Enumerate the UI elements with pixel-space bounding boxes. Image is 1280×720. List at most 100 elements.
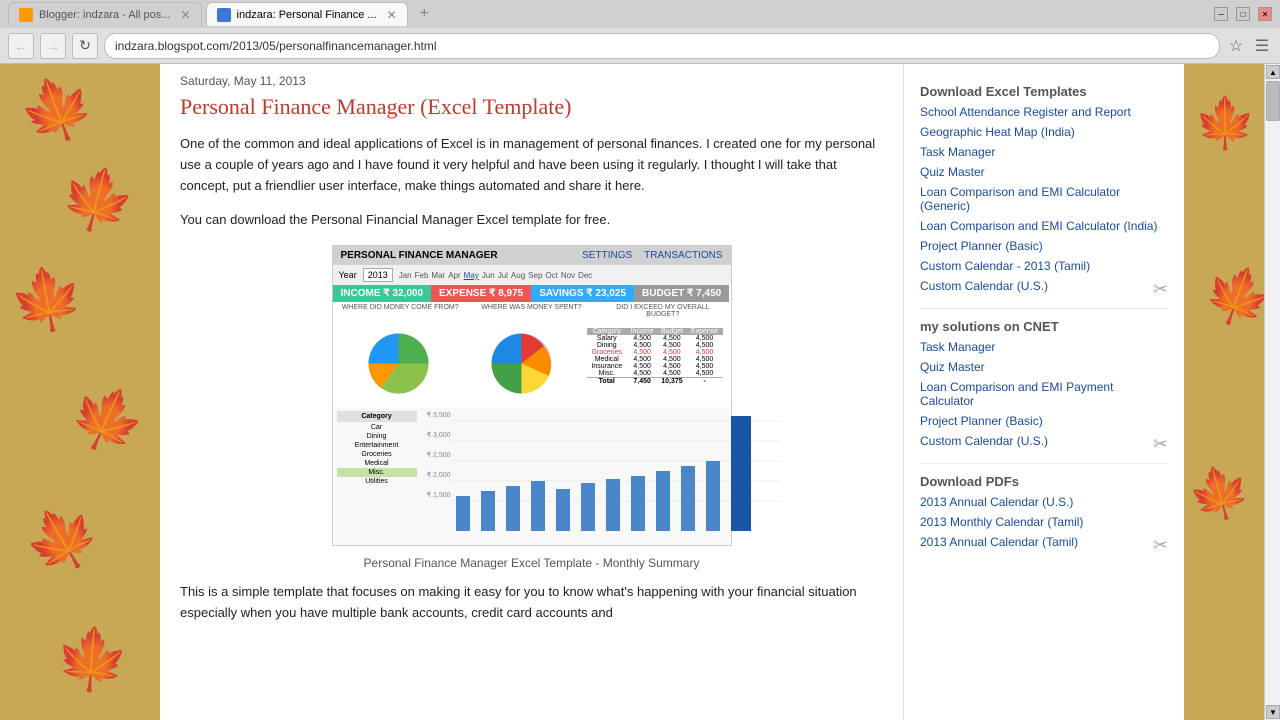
cnet-link-loan[interactable]: Loan Comparison and EMI Payment Calculat… xyxy=(920,380,1168,408)
forward-button[interactable]: → xyxy=(40,33,66,59)
tab-indzara[interactable]: indzara: Personal Finance ... ✕ xyxy=(206,2,408,26)
pdf-link-annual-tamil[interactable]: 2013 Annual Calendar (Tamil) xyxy=(920,535,1078,549)
category-list: Category Car Dining Entertainment Grocer… xyxy=(337,411,417,541)
new-tab-button[interactable]: + xyxy=(412,5,437,23)
cnet-link-cal-us[interactable]: Custom Calendar (U.S.) xyxy=(920,434,1048,448)
expense-pie-chart xyxy=(484,326,559,401)
scissors-icon-1[interactable]: ✂ xyxy=(1153,279,1168,300)
dash-links: SETTINGS TRANSACTIONS xyxy=(582,250,722,261)
scrollbar-up-button[interactable]: ▲ xyxy=(1266,65,1280,79)
maple-leaf-right-3: 🍁 xyxy=(1184,457,1258,530)
back-button[interactable]: ← xyxy=(8,33,34,59)
sidebar-link-loan-india[interactable]: Loan Comparison and EMI Calculator (Indi… xyxy=(920,219,1168,233)
tab-indzara-label: indzara: Personal Finance ... xyxy=(237,9,377,21)
indzara-favicon xyxy=(217,8,231,22)
maximize-button[interactable]: □ xyxy=(1236,7,1250,21)
address-text: indzara.blogspot.com/2013/05/personalfin… xyxy=(115,39,437,53)
dash-month-apr[interactable]: Apr xyxy=(448,271,460,280)
scissors-icon-3[interactable]: ✂ xyxy=(1153,535,1168,556)
address-bar[interactable]: indzara.blogspot.com/2013/05/personalfin… xyxy=(104,33,1220,59)
download-excel-title: Download Excel Templates xyxy=(920,84,1168,99)
tab-blogger-close[interactable]: ✕ xyxy=(180,8,190,22)
income-metric: INCOME ₹ 32,000 xyxy=(333,285,432,302)
expense-label: EXPENSE xyxy=(439,288,486,299)
dash-year-value[interactable]: 2013 xyxy=(363,268,393,282)
dash-year-label: Year xyxy=(339,270,357,280)
dash-settings-link[interactable]: SETTINGS xyxy=(582,250,632,261)
main-content: Saturday, May 11, 2013 Personal Finance … xyxy=(160,64,904,720)
cnet-title: my solutions on CNET xyxy=(920,319,1168,334)
bookmark-icon[interactable]: ☆ xyxy=(1226,36,1246,56)
sidebar-link-geo[interactable]: Geographic Heat Map (India) xyxy=(920,125,1168,139)
dash-months: Jan Feb Mar Apr May Jun Jul Aug Sep Oct … xyxy=(399,271,593,280)
left-background: 🍁 🍁 🍁 🍁 🍁 🍁 xyxy=(0,64,160,720)
right-background: 🍁 🍁 🍁 xyxy=(1184,64,1264,720)
sidebar-link-task[interactable]: Task Manager xyxy=(920,145,1168,159)
sidebar-link-quiz[interactable]: Quiz Master xyxy=(920,165,1168,179)
bar-chart-svg xyxy=(451,411,781,541)
sidebar-link-school[interactable]: School Attendance Register and Report xyxy=(920,105,1168,119)
dash-month-jun[interactable]: Jun xyxy=(482,271,495,280)
sidebar-link-cal-us[interactable]: Custom Calendar (U.S.) xyxy=(920,279,1048,293)
cnet-link-task[interactable]: Task Manager xyxy=(920,340,1168,354)
budget-value: ₹ 7,450 xyxy=(687,288,721,299)
pdf-link-monthly-tamil[interactable]: 2013 Monthly Calendar (Tamil) xyxy=(920,515,1168,529)
cnet-link-planner[interactable]: Project Planner (Basic) xyxy=(920,414,1168,428)
minimize-button[interactable]: ─ xyxy=(1214,7,1228,21)
maple-leaf-3: 🍁 xyxy=(4,258,90,341)
sidebar-link-planner[interactable]: Project Planner (Basic) xyxy=(920,239,1168,253)
dash-month-sep[interactable]: Sep xyxy=(528,271,542,280)
maple-leaf-4: 🍁 xyxy=(58,372,156,468)
charts-row: CategoryIncomeBudgetExpense Salary4,5004… xyxy=(333,320,731,407)
dash-month-may[interactable]: May xyxy=(464,271,479,280)
dash-month-jan[interactable]: Jan xyxy=(399,271,412,280)
section3-label: DID I EXCEED MY OVERALL BUDGET? xyxy=(599,304,726,318)
savings-metric: SAVINGS ₹ 23,025 xyxy=(531,285,634,302)
cnet-link-quiz[interactable]: Quiz Master xyxy=(920,360,1168,374)
close-button[interactable]: ✕ xyxy=(1258,7,1272,21)
sidebar-link-loan-generic[interactable]: Loan Comparison and EMI Calculator (Gene… xyxy=(920,185,1168,213)
scrollbar-thumb[interactable] xyxy=(1266,81,1280,121)
sidebar: Download Excel Templates School Attendan… xyxy=(904,64,1184,720)
income-label: INCOME xyxy=(341,288,381,299)
dash-month-aug[interactable]: Aug xyxy=(511,271,525,280)
dash-month-mar[interactable]: Mar xyxy=(431,271,445,280)
post-title: Personal Finance Manager (Excel Template… xyxy=(180,94,883,120)
scissors-icon-2[interactable]: ✂ xyxy=(1153,434,1168,455)
tab-blogger[interactable]: Blogger: indzara - All pos... ✕ xyxy=(8,2,202,26)
scrollbar-down-button[interactable]: ▼ xyxy=(1266,705,1280,719)
dash-month-dec[interactable]: Dec xyxy=(578,271,592,280)
savings-label: SAVINGS xyxy=(539,288,583,299)
pdf-title: Download PDFs xyxy=(920,474,1168,489)
maple-leaf-5: 🍁 xyxy=(12,490,112,589)
image-caption: Personal Finance Manager Excel Template … xyxy=(180,556,883,570)
section1-label: WHERE DID MONEY COME FROM? xyxy=(337,304,464,318)
sidebar-link-cal-tamil[interactable]: Custom Calendar - 2013 (Tamil) xyxy=(920,259,1168,273)
expense-value: ₹ 8,975 xyxy=(489,288,523,299)
income-value: ₹ 32,000 xyxy=(383,288,423,299)
maple-leaf-6: 🍁 xyxy=(52,621,133,698)
dash-month-jul[interactable]: Jul xyxy=(498,271,508,280)
scrollbar[interactable]: ▲ ▼ xyxy=(1264,64,1280,720)
reload-button[interactable]: ↻ xyxy=(72,33,98,59)
menu-icon[interactable]: ☰ xyxy=(1252,36,1272,56)
budget-table: CategoryIncomeBudgetExpense Salary4,5004… xyxy=(585,326,725,401)
dashboard-image-wrapper: PERSONAL FINANCE MANAGER SETTINGS TRANSA… xyxy=(180,245,883,546)
metrics-row: INCOME ₹ 32,000 EXPENSE ₹ 8,975 SAVINGS … xyxy=(333,285,731,302)
post-body-2: You can download the Personal Financial … xyxy=(180,210,883,231)
maple-leaf-2: 🍁 xyxy=(52,156,143,244)
bar-chart: ₹ 3,500 ₹ 3,000 ₹ 2,500 ₹ 2,000 ₹ 1,500 xyxy=(421,411,727,541)
post-body-1: One of the common and ideal applications… xyxy=(180,134,883,196)
pdf-link-annual-us[interactable]: 2013 Annual Calendar (U.S.) xyxy=(920,495,1168,509)
dash-month-feb[interactable]: Feb xyxy=(415,271,429,280)
dash-month-oct[interactable]: Oct xyxy=(545,271,557,280)
section2-label: WHERE WAS MONEY SPENT? xyxy=(468,304,595,318)
maple-leaf-1: 🍁 xyxy=(10,64,104,156)
post-body-3: This is a simple template that focuses o… xyxy=(180,582,883,624)
dash-month-nov[interactable]: Nov xyxy=(561,271,575,280)
dash-transactions-link[interactable]: TRANSACTIONS xyxy=(644,250,722,261)
budget-metric: BUDGET ₹ 7,450 xyxy=(634,285,729,302)
maple-leaf-right-2: 🍁 xyxy=(1195,254,1264,339)
tab-indzara-close[interactable]: ✕ xyxy=(387,8,397,22)
maple-leaf-right-1: 🍁 xyxy=(1194,94,1256,153)
